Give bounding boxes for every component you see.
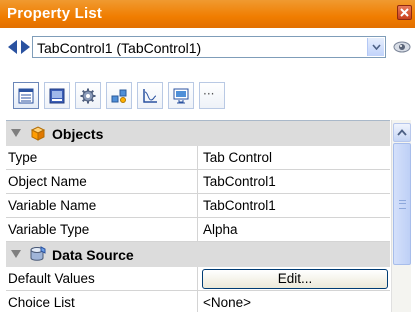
property-name: Variable Type <box>6 218 198 241</box>
title-bar: Property List <box>0 0 415 28</box>
property-row[interactable]: Variable Name TabControl1 <box>6 194 390 218</box>
category-label: Data Source <box>52 247 134 263</box>
property-row[interactable]: Object Name TabControl1 <box>6 170 390 194</box>
property-row[interactable]: Type Tab Control <box>6 146 390 170</box>
collapse-icon[interactable] <box>11 129 21 137</box>
property-grid: Objects Type Tab Control Object Name Tab… <box>6 120 390 312</box>
gear-icon <box>80 88 96 104</box>
object-selector-value: TabControl1 (TabControl1) <box>37 40 202 56</box>
property-value[interactable]: Alpha <box>203 222 238 237</box>
scroll-up-button[interactable] <box>393 123 411 142</box>
chevron-down-icon <box>372 44 381 50</box>
chevron-up-icon <box>397 129 407 136</box>
objects-button[interactable] <box>106 82 132 109</box>
property-value[interactable]: <None> <box>203 295 251 310</box>
property-name: Variable Name <box>6 194 198 217</box>
window-title: Property List <box>7 5 103 22</box>
view-icon[interactable] <box>393 40 411 54</box>
object-selector-dropdown-button[interactable] <box>367 38 384 56</box>
category-label: Objects <box>52 126 104 142</box>
property-name: Object Name <box>6 170 198 193</box>
graph-button[interactable] <box>137 82 163 109</box>
object-selector-bar: TabControl1 (TabControl1) <box>0 28 415 76</box>
property-name: Default Values <box>6 267 198 290</box>
more-icon: ··· <box>203 87 215 101</box>
appearance-button[interactable] <box>44 82 70 109</box>
close-icon <box>400 8 409 17</box>
property-row[interactable]: Variable Type Alpha <box>6 218 390 242</box>
settings-button[interactable] <box>75 82 101 109</box>
scroll-thumb[interactable] <box>393 143 411 265</box>
vertical-scrollbar[interactable] <box>391 120 411 312</box>
grip-icon <box>399 200 406 209</box>
category-objects[interactable]: Objects <box>6 121 390 146</box>
property-toolbar: ··· <box>0 76 415 120</box>
property-value[interactable]: Tab Control <box>203 150 272 165</box>
property-value[interactable]: TabControl1 <box>203 198 276 213</box>
property-row[interactable]: Choice List <None> <box>6 291 390 312</box>
property-value[interactable]: TabControl1 <box>203 174 276 189</box>
graph-icon <box>143 89 157 103</box>
database-icon <box>30 246 46 261</box>
objects-icon <box>111 89 127 103</box>
display-button[interactable] <box>168 82 194 109</box>
list-icon <box>18 88 34 104</box>
display-icon <box>173 88 189 104</box>
collapse-icon[interactable] <box>11 250 21 258</box>
property-row[interactable]: Default Values Edit... <box>6 267 390 291</box>
appearance-icon <box>49 88 65 104</box>
close-button[interactable] <box>397 5 412 20</box>
property-name: Choice List <box>6 291 198 312</box>
list-button[interactable] <box>13 82 39 109</box>
object-selector-combo[interactable]: TabControl1 (TabControl1) <box>32 36 386 58</box>
prev-next-arrows-icon[interactable] <box>7 39 31 55</box>
more-button[interactable]: ··· <box>199 82 225 109</box>
property-name: Type <box>6 146 198 169</box>
category-data-source[interactable]: Data Source <box>6 242 390 267</box>
cube-icon <box>30 126 46 141</box>
edit-button[interactable]: Edit... <box>202 269 388 289</box>
